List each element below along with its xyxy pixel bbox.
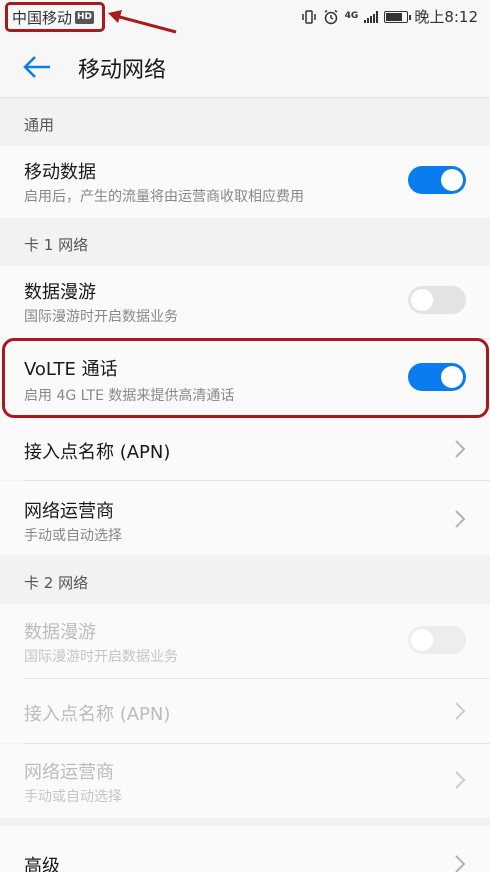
sim1-operator-row[interactable]: 网络运营商 手动或自动选择 bbox=[0, 481, 490, 555]
annotation-arrow bbox=[108, 10, 177, 34]
alarm-clock-icon bbox=[324, 9, 338, 24]
sim2-apn-row: 接入点名称 (APN) bbox=[0, 679, 490, 743]
section-header-sim2: 卡 2 网络 bbox=[0, 562, 490, 604]
sim2-operator-row: 网络运营商 手动或自动选择 bbox=[0, 744, 490, 818]
section-header-general: 通用 bbox=[0, 104, 490, 146]
app-bar: 移动网络 bbox=[0, 34, 490, 98]
chevron-right-icon bbox=[455, 510, 466, 528]
volte-subtitle: 启用 4G LTE 数据来提供高清通话 bbox=[24, 388, 235, 404]
chevron-right-icon bbox=[455, 702, 466, 720]
sim2-roaming-toggle bbox=[408, 626, 466, 654]
sim2-operator-title: 网络运营商 bbox=[24, 762, 114, 783]
network-type-label: 4G bbox=[344, 11, 359, 21]
advanced-title: 高级 bbox=[24, 856, 60, 872]
advanced-row[interactable]: 高级 bbox=[0, 826, 490, 872]
section-header-sim1: 卡 1 网络 bbox=[0, 224, 490, 266]
chevron-right-icon bbox=[455, 855, 466, 872]
sim1-roaming-row[interactable]: 数据漫游 国际漫游时开启数据业务 bbox=[0, 266, 490, 338]
mobile-data-toggle[interactable] bbox=[408, 166, 466, 194]
carrier-annotation-box bbox=[5, 2, 105, 32]
signal-strength-icon bbox=[364, 10, 379, 23]
status-bar: 中国移动 HD 4G 晚上8:12 bbox=[0, 0, 490, 34]
volte-row[interactable]: VoLTE 通话 启用 4G LTE 数据来提供高清通话 bbox=[0, 339, 490, 417]
sim2-roaming-title: 数据漫游 bbox=[24, 622, 96, 643]
battery-icon bbox=[384, 10, 412, 23]
mobile-data-subtitle: 启用后，产生的流量将由运营商收取相应费用 bbox=[24, 189, 304, 205]
sim1-apn-title: 接入点名称 (APN) bbox=[24, 442, 171, 463]
page-title: 移动网络 bbox=[78, 58, 167, 83]
mobile-data-title: 移动数据 bbox=[24, 162, 96, 183]
sim2-operator-subtitle: 手动或自动选择 bbox=[24, 789, 122, 805]
volte-title: VoLTE 通话 bbox=[24, 359, 118, 380]
sim1-roaming-subtitle: 国际漫游时开启数据业务 bbox=[24, 309, 178, 325]
status-icons: 4G 晚上8:12 bbox=[301, 6, 478, 27]
sim1-roaming-toggle[interactable] bbox=[408, 286, 466, 314]
mobile-data-row[interactable]: 移动数据 启用后，产生的流量将由运营商收取相应费用 bbox=[0, 146, 490, 218]
sim2-roaming-row: 数据漫游 国际漫游时开启数据业务 bbox=[0, 604, 490, 678]
sim1-operator-title: 网络运营商 bbox=[24, 501, 114, 522]
sim2-roaming-subtitle: 国际漫游时开启数据业务 bbox=[24, 649, 178, 665]
sim1-apn-row[interactable]: 接入点名称 (APN) bbox=[0, 418, 490, 480]
clock-time: 晚上8:12 bbox=[414, 8, 478, 26]
sim1-roaming-title: 数据漫游 bbox=[24, 282, 96, 303]
sim1-operator-subtitle: 手动或自动选择 bbox=[24, 528, 122, 544]
chevron-right-icon bbox=[455, 440, 466, 458]
volte-toggle[interactable] bbox=[408, 363, 466, 391]
back-arrow-icon[interactable] bbox=[22, 54, 52, 80]
sim2-apn-title: 接入点名称 (APN) bbox=[24, 704, 171, 725]
vibrate-icon bbox=[301, 9, 316, 24]
chevron-right-icon bbox=[455, 771, 466, 789]
